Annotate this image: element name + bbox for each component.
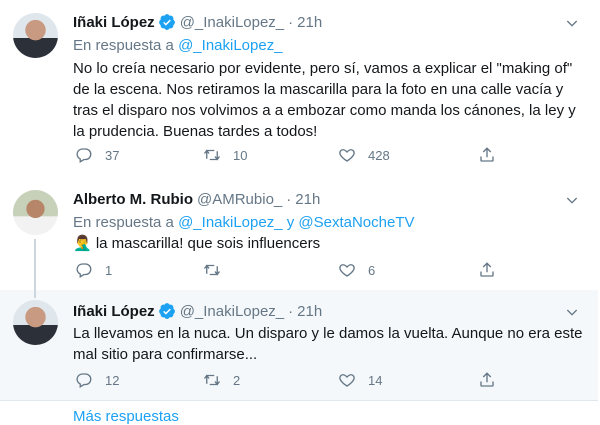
reply-mention[interactable]: @SextaNocheTV — [298, 214, 414, 231]
tweet-text: 🤦‍♂️ la mascarilla! que sois influencers — [73, 235, 321, 252]
avatar[interactable] — [13, 13, 58, 58]
reply-mention[interactable]: @_InakiLopez_ — [178, 214, 282, 231]
thread-line — [34, 239, 36, 290]
reply-context: En respuesta a @_InakiLopez_ — [73, 37, 283, 54]
avatar[interactable] — [13, 300, 58, 345]
separator-dot: · — [288, 13, 294, 31]
author-name[interactable]: Iñaki López — [73, 14, 155, 31]
verified-badge-icon — [158, 14, 175, 30]
caret-down-icon[interactable] — [564, 304, 580, 320]
retweet-icon — [203, 374, 221, 386]
tweet[interactable]: Iñaki López @_InakiLopez_ · 21h La lleva… — [0, 290, 598, 400]
author-handle[interactable]: @_InakiLopez_ — [180, 303, 284, 320]
timestamp[interactable]: 21h — [297, 14, 322, 31]
retweet-button[interactable] — [203, 261, 233, 279]
share-button[interactable] — [478, 146, 496, 164]
thread-line — [34, 290, 36, 298]
separator-dot: · — [286, 190, 292, 208]
like-button[interactable]: 14 — [338, 371, 382, 389]
caret-down-icon[interactable] — [564, 15, 580, 31]
reply-button[interactable]: 37 — [75, 146, 119, 164]
caret-down-icon[interactable] — [564, 192, 580, 208]
share-button[interactable] — [478, 261, 496, 279]
verified-badge-icon — [158, 303, 175, 319]
tweet-actions: 12 2 14 — [73, 371, 513, 391]
tweet[interactable]: Alberto M. Rubio @AMRubio_ · 21h En resp… — [0, 177, 598, 290]
avatar[interactable] — [13, 190, 58, 235]
reply-button[interactable]: 12 — [75, 371, 119, 389]
like-count: 6 — [368, 262, 376, 278]
reply-mention[interactable]: @_InakiLopez_ — [178, 37, 282, 54]
separator-dot: · — [288, 302, 294, 320]
like-icon — [339, 264, 355, 277]
like-count: 14 — [368, 372, 383, 388]
reply-context: En respuesta a @_InakiLopez_ y @SextaNoc… — [73, 214, 415, 231]
like-button[interactable]: 6 — [338, 261, 375, 279]
author-name[interactable]: Alberto M. Rubio — [73, 191, 193, 208]
reply-separator: y — [286, 214, 295, 231]
reply-count: 12 — [105, 372, 120, 388]
share-icon — [480, 147, 494, 162]
like-icon — [339, 149, 355, 162]
tweet-header: Iñaki López @_InakiLopez_ · 21h — [73, 12, 322, 32]
tweet[interactable]: Iñaki López @_InakiLopez_ · 21h En respu… — [0, 0, 598, 177]
reply-icon — [76, 373, 92, 388]
retweet-icon — [203, 264, 221, 276]
retweet-icon — [203, 149, 221, 161]
tweet-text: No lo creía necesario por evidente, pero… — [73, 60, 576, 140]
reply-icon — [76, 148, 92, 163]
timestamp[interactable]: 21h — [295, 191, 320, 208]
tweet-actions: 37 10 428 — [73, 146, 513, 166]
tweet-header: Alberto M. Rubio @AMRubio_ · 21h — [73, 189, 320, 209]
author-name[interactable]: Iñaki López — [73, 303, 155, 320]
reply-prefix: En respuesta a — [73, 214, 174, 231]
share-icon — [480, 262, 494, 277]
retweet-button[interactable]: 2 — [203, 371, 240, 389]
reply-count: 37 — [105, 147, 120, 163]
share-button[interactable] — [478, 371, 496, 389]
reply-icon — [76, 263, 92, 278]
retweet-count: 10 — [233, 147, 248, 163]
tweet-header: Iñaki López @_InakiLopez_ · 21h — [73, 301, 322, 321]
more-replies-link[interactable]: Más respuestas — [73, 408, 179, 425]
like-button[interactable]: 428 — [338, 146, 390, 164]
reply-prefix: En respuesta a — [73, 37, 174, 54]
reply-count: 1 — [105, 262, 113, 278]
like-icon — [339, 374, 355, 387]
author-handle[interactable]: @AMRubio_ — [197, 191, 282, 208]
like-count: 428 — [368, 147, 390, 163]
retweet-count: 2 — [233, 372, 241, 388]
reply-button[interactable]: 1 — [75, 261, 112, 279]
divider — [0, 400, 598, 401]
share-icon — [480, 372, 494, 387]
tweet-text: La llevamos en la nuca. Un disparo y le … — [73, 325, 583, 363]
timestamp[interactable]: 21h — [297, 303, 322, 320]
author-handle[interactable]: @_InakiLopez_ — [180, 14, 284, 31]
tweet-actions: 1 6 — [73, 261, 513, 281]
retweet-button[interactable]: 10 — [203, 146, 247, 164]
